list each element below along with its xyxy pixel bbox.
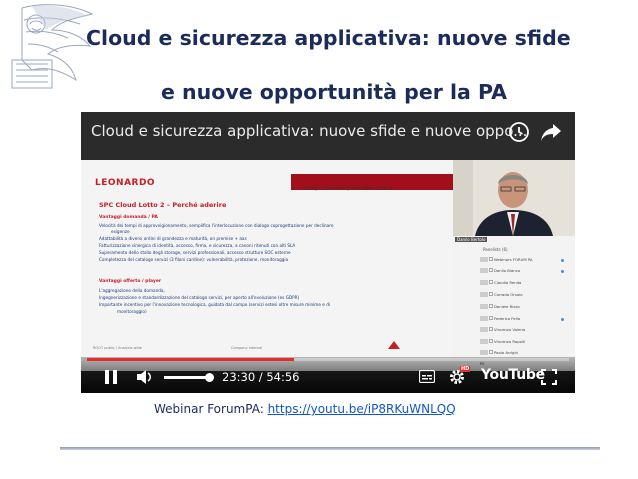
participant-badge: VS	[480, 327, 488, 343]
slide-text-line: monitoraggio)	[117, 309, 147, 314]
slide-section-title: Vantaggi offerto / player	[99, 279, 162, 284]
slide-title-line-1: Cloud e sicurezza applicativa: nuove sfi…	[86, 26, 571, 50]
youtube-video-player[interactable]: Cloud e sicurezza applicativa: nuove sfi…	[81, 112, 575, 393]
slide-section-title: Vantaggi domanda / PA	[99, 215, 158, 220]
participant-badge: FA	[480, 316, 488, 332]
active-speaker-dot	[561, 318, 564, 321]
leonardo-logo: LEONARDO	[95, 178, 156, 188]
participant-name: Webinars FORUM PA	[494, 257, 533, 262]
presenter-name-label: Danilo Bertolo	[455, 237, 488, 242]
watch-later-clock-icon[interactable]	[508, 121, 530, 143]
fullscreen-icon[interactable]	[541, 369, 557, 385]
slide-footer-mid: Company Internal	[231, 346, 263, 350]
participant-name: Vincenzo Valeria	[494, 327, 526, 332]
youtube-logo[interactable]: YouTube	[481, 367, 545, 383]
volume-slider-track[interactable]	[164, 376, 208, 379]
slide-divider	[60, 447, 600, 450]
slide-text-line: Adattabilità a diversi ordini di grandez…	[99, 236, 247, 241]
video-caption: Webinar ForumPA: https://youtu.be/iP8RKu…	[154, 402, 456, 416]
slide-text-line: Fatturizzazione sinergica di identità, a…	[99, 243, 296, 248]
participant-name: Vincenzo Rapolli	[494, 339, 526, 344]
hd-badge: HD	[460, 366, 471, 372]
participant-checkbox[interactable]	[489, 280, 493, 284]
slide-text-line: Superamento dello stallo degli storage, …	[99, 250, 291, 255]
slide-title-line-2: e nuove opportunità per la PA	[161, 80, 507, 104]
participant-badge: CR	[480, 280, 488, 296]
participant-checkbox[interactable]	[489, 339, 493, 343]
participant-checkbox[interactable]	[489, 350, 493, 354]
player-controls-bar: 23:30 / 54:56 HD YouTube	[81, 357, 575, 393]
participants-panel: Danilo Bertolo Panelists (6) MO Webinars…	[453, 236, 575, 371]
participant-badge: PS	[480, 350, 488, 366]
participant-badge: MO	[480, 257, 488, 273]
shared-presentation-slide: LEONARDO Consip - Contratto Quadro SPC -…	[81, 160, 453, 371]
playback-time: 23:30 / 54:56	[222, 370, 300, 384]
volume-slider-knob[interactable]	[205, 373, 214, 382]
slide-breadcrumb: Consip - Contratto Quadro SPC - Lotto 2	[303, 187, 393, 192]
slide-text-line: Velocità dei tempi di approvvigionamento…	[99, 223, 334, 228]
slide-text-line: Importante incentivo per l'innovazione t…	[99, 302, 331, 307]
participant-name: Danilo Bianco	[494, 268, 521, 273]
participant-checkbox[interactable]	[489, 327, 493, 331]
participant-badge: DB	[480, 268, 488, 284]
participant-name: Corrado Orsolo	[494, 292, 523, 297]
panelists-header: Panelists (6)	[483, 247, 508, 252]
video-title[interactable]: Cloud e sicurezza applicativa: nuove sfi…	[91, 122, 527, 140]
participant-checkbox[interactable]	[489, 304, 493, 308]
active-speaker-dot	[561, 259, 564, 262]
participant-badge: VR	[480, 339, 488, 355]
participant-name: Claudio Renda	[494, 280, 522, 285]
slide-text-line: esigenze	[111, 229, 130, 234]
subtitles-icon[interactable]	[419, 370, 435, 383]
participant-name: Federica Fella	[494, 316, 521, 321]
slide-text-line: Completezza del catalogo servizi (3 filo…	[99, 257, 289, 262]
participant-checkbox[interactable]	[489, 292, 493, 296]
participant-badge: CO	[480, 292, 488, 308]
leonardo-mark-icon	[388, 341, 400, 349]
participant-checkbox[interactable]	[489, 268, 493, 272]
active-speaker-dot	[561, 270, 564, 273]
presenter-webcam	[453, 160, 575, 236]
slide-heading: SPC Cloud Lotto 2 – Perché aderire	[99, 201, 227, 209]
slide-footer-left: ROOT public / Analysis wide	[93, 346, 142, 350]
progress-fill[interactable]	[87, 358, 294, 361]
slide-text-line: Ingegnerizzazione e standardizzazione de…	[99, 295, 300, 300]
presenter-silhouette-icon	[453, 160, 575, 236]
video-link[interactable]: https://youtu.be/iP8RKuWNLQQ	[268, 402, 456, 416]
participant-badge: DR	[480, 304, 488, 320]
participant-name: Daniele Rizzo	[494, 304, 520, 309]
pause-icon[interactable]	[103, 369, 119, 385]
participant-checkbox[interactable]	[489, 316, 493, 320]
slide-text-line: L'aggregazione della domanda,	[99, 288, 165, 293]
participant-name: Paolo Arrighi	[494, 350, 518, 355]
share-arrow-icon[interactable]	[540, 122, 562, 142]
participant-checkbox[interactable]	[489, 257, 493, 261]
volume-icon[interactable]	[136, 369, 154, 385]
